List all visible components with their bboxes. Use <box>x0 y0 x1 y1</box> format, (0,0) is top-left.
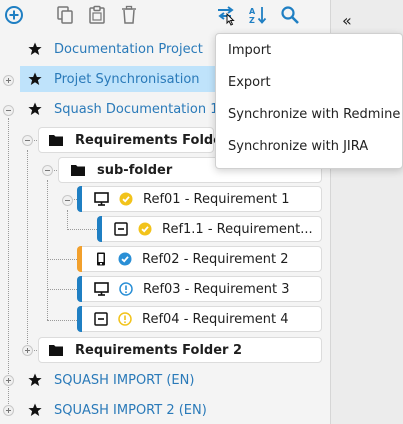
add-circle-icon[interactable] <box>3 4 25 26</box>
tree-connector <box>47 320 77 321</box>
collapse-toggle-icon[interactable] <box>3 105 14 116</box>
project-label: SQUASH IMPORT 2 (EN) <box>54 402 207 418</box>
info-circle-yellow-icon <box>118 312 132 326</box>
requirement-stripe <box>77 276 82 302</box>
project-label: SQUASH IMPORT (EN) <box>54 372 195 388</box>
requirement-stripe <box>77 186 82 212</box>
collapse-toggle-icon[interactable] <box>42 165 53 176</box>
folder-icon <box>49 344 63 356</box>
folder-label: Requirements Folder 2 <box>75 342 243 358</box>
tree-requirement-ref04[interactable]: Ref04 - Requirement 4 <box>77 306 322 332</box>
tree-connector <box>27 150 28 350</box>
tree-requirement-ref01[interactable]: Ref01 - Requirement 1 <box>77 186 322 212</box>
paste-clipboard-icon[interactable] <box>86 4 108 26</box>
svg-text:A: A <box>249 7 256 16</box>
import-export-icon[interactable] <box>215 4 237 26</box>
tree-project-squash-import-2-en[interactable]: SQUASH IMPORT 2 (EN) <box>20 397 228 423</box>
project-star-icon <box>28 42 42 56</box>
mobile-device-icon <box>94 252 108 266</box>
requirement-label: Ref02 - Requirement 2 <box>142 251 289 267</box>
expand-toggle-icon[interactable] <box>3 405 14 416</box>
tree-connector <box>8 118 9 410</box>
project-star-icon <box>28 403 42 417</box>
copy-icon[interactable] <box>54 4 76 26</box>
collapse-panel-button[interactable]: « <box>342 11 352 30</box>
project-star-icon <box>28 72 42 86</box>
check-circle-yellow-icon <box>138 222 152 236</box>
expand-toggle-icon[interactable] <box>3 375 14 386</box>
tree-project-squash-documentation[interactable]: Squash Documentation 1 <box>20 96 238 122</box>
requirement-stripe <box>97 216 102 242</box>
requirement-label: Ref1.1 - Requirement... <box>162 221 313 237</box>
monitor-icon <box>94 282 109 296</box>
collapse-toggle-icon[interactable] <box>22 135 33 146</box>
sort-az-icon[interactable]: AZ <box>247 4 269 26</box>
menu-item-sync-jira[interactable]: Synchronize with JIRA <box>216 130 402 162</box>
trash-icon[interactable] <box>118 4 140 26</box>
project-label: Documentation Project <box>54 41 203 57</box>
requirement-label: Ref01 - Requirement 1 <box>143 191 290 207</box>
minus-square-icon <box>114 222 128 236</box>
requirement-stripe <box>77 306 82 332</box>
tree-project-documentation[interactable]: Documentation Project <box>20 36 228 62</box>
check-circle-yellow-icon <box>119 192 133 206</box>
tree-connector <box>47 289 77 290</box>
tree-folder-requirements-1[interactable]: Requirements Folder 1 <box>38 127 242 153</box>
tree-project-squash-import-en[interactable]: SQUASH IMPORT (EN) <box>20 367 228 393</box>
minus-square-icon <box>94 312 108 326</box>
project-label: Projet Synchronisation <box>54 71 200 87</box>
tree-requirement-ref02[interactable]: Ref02 - Requirement 2 <box>77 246 322 272</box>
tree-folder-requirements-2[interactable]: Requirements Folder 2 <box>38 337 322 363</box>
tree-requirement-ref1-1[interactable]: Ref1.1 - Requirement... <box>97 216 322 242</box>
requirement-label: Ref04 - Requirement 4 <box>142 311 289 327</box>
expand-toggle-icon[interactable] <box>22 345 33 356</box>
folder-icon <box>49 134 63 146</box>
menu-item-sync-redmine[interactable]: Synchronize with Redmine <box>216 98 402 130</box>
project-star-icon <box>28 373 42 387</box>
tree-connector <box>67 229 97 230</box>
requirement-stripe <box>77 246 82 272</box>
info-circle-blue-icon <box>119 282 133 296</box>
tree-requirement-ref03[interactable]: Ref03 - Requirement 3 <box>77 276 322 302</box>
folder-icon <box>71 164 85 176</box>
collapse-toggle-icon[interactable] <box>62 195 73 206</box>
svg-text:Z: Z <box>249 16 255 25</box>
tree-connector <box>67 210 68 230</box>
folder-label: sub-folder <box>97 162 173 178</box>
monitor-icon <box>94 192 109 206</box>
menu-item-export[interactable]: Export <box>216 66 402 98</box>
search-icon[interactable] <box>279 4 301 26</box>
tree-connector <box>47 259 77 260</box>
project-star-icon <box>28 102 42 116</box>
expand-toggle-icon[interactable] <box>3 75 14 86</box>
import-export-menu: Import Export Synchronize with Redmine S… <box>215 33 403 169</box>
tree-connector <box>47 180 48 320</box>
requirement-label: Ref03 - Requirement 3 <box>143 281 290 297</box>
project-label: Squash Documentation 1 <box>54 101 219 117</box>
menu-item-import[interactable]: Import <box>216 34 402 66</box>
check-circle-blue-icon <box>118 252 132 266</box>
